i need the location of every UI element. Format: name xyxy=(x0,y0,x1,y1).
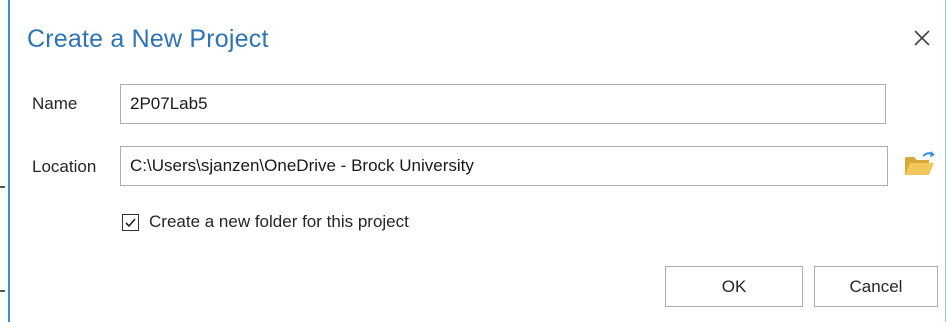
name-input[interactable] xyxy=(120,84,886,124)
checkmark-icon xyxy=(125,217,136,227)
ok-button[interactable]: OK xyxy=(665,266,803,307)
create-project-dialog: Create a New Project Name Location Creat… xyxy=(8,0,946,322)
create-folder-checkbox[interactable] xyxy=(122,213,139,231)
create-folder-label: Create a new folder for this project xyxy=(149,212,409,231)
name-label: Name xyxy=(32,94,78,113)
cancel-button[interactable]: Cancel xyxy=(814,266,938,307)
window-edge-mark xyxy=(0,290,5,292)
close-icon xyxy=(914,30,930,46)
location-label: Location xyxy=(32,157,97,176)
window-edge-mark xyxy=(0,186,5,188)
browse-location-button[interactable] xyxy=(903,149,937,179)
close-button[interactable] xyxy=(910,26,934,50)
create-folder-checkbox-row[interactable]: Create a new folder for this project xyxy=(122,210,409,234)
folder-open-icon xyxy=(905,151,935,175)
dialog-title: Create a New Project xyxy=(27,25,269,53)
location-input[interactable] xyxy=(120,146,888,186)
